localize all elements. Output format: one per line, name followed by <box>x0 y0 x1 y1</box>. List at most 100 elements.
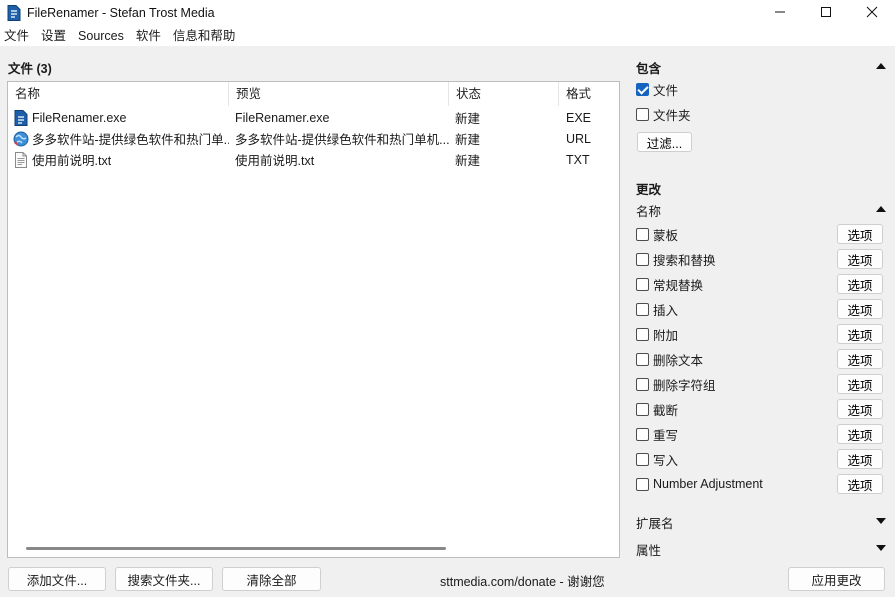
name-option-settings-button[interactable]: 选项 <box>837 349 883 369</box>
name-option-settings-button[interactable]: 选项 <box>837 449 883 469</box>
include-files-checkbox[interactable]: 文件 <box>636 80 678 98</box>
name-option-label: 重写 <box>653 428 679 443</box>
checkbox-icon[interactable] <box>636 277 649 291</box>
name-option-settings-button[interactable]: 选项 <box>837 224 883 244</box>
name-option-settings-button[interactable]: 选项 <box>837 274 883 294</box>
column-format[interactable]: 格式 <box>559 82 619 106</box>
include-folders-checkbox[interactable]: 文件夹 <box>636 105 691 123</box>
checkbox-checked-icon[interactable] <box>636 82 649 96</box>
menu-settings[interactable]: 设置 <box>35 26 72 46</box>
include-section-title: 包含 <box>636 62 662 76</box>
files-count-label: 文件 (3) <box>8 62 52 76</box>
checkbox-icon[interactable] <box>636 402 649 416</box>
file-name: 使用前说明.txt <box>32 154 112 168</box>
name-option-checkbox[interactable]: 常规替换 <box>636 275 703 293</box>
title-bar: FileRenamer - Stefan Trost Media <box>0 0 895 26</box>
name-option-settings-button[interactable]: 选项 <box>837 424 883 444</box>
name-option-settings-button[interactable]: 选项 <box>837 299 883 319</box>
name-option-checkbox[interactable]: 写入 <box>636 450 678 468</box>
name-option-label: 附加 <box>653 328 679 343</box>
column-name[interactable]: 名称 <box>8 82 229 106</box>
file-preview: 使用前说明.txt <box>235 154 315 168</box>
name-option-checkbox[interactable]: Number Adjustment <box>636 475 763 493</box>
window-controls <box>757 0 895 26</box>
file-format: URL <box>566 131 592 146</box>
checkbox-icon[interactable] <box>636 452 649 466</box>
file-format: TXT <box>566 152 590 167</box>
url-file-icon <box>13 131 29 146</box>
menu-file[interactable]: 文件 <box>0 26 35 46</box>
minimize-icon <box>775 11 785 13</box>
exe-file-icon <box>14 109 28 126</box>
checkbox-icon[interactable] <box>636 107 649 121</box>
expand-extension-icon[interactable] <box>876 518 886 524</box>
name-option-label: 截断 <box>653 403 679 418</box>
attributes-section-title[interactable]: 属性 <box>636 540 661 559</box>
name-option-checkbox[interactable]: 插入 <box>636 300 678 318</box>
minimize-button[interactable] <box>757 0 803 24</box>
include-files-label: 文件 <box>653 83 679 98</box>
column-preview[interactable]: 预览 <box>229 82 449 106</box>
table-row[interactable]: 多多软件站-提供绿色软件和热门单... 多多软件站-提供绿色软件和热门单机...… <box>8 128 619 149</box>
close-button[interactable] <box>849 0 895 24</box>
checkbox-icon[interactable] <box>636 327 649 341</box>
name-option-settings-button[interactable]: 选项 <box>837 399 883 419</box>
txt-file-icon <box>15 151 27 168</box>
menu-software[interactable]: 软件 <box>130 26 167 46</box>
name-option-label: 蒙板 <box>653 228 679 243</box>
apply-changes-button[interactable]: 应用更改 <box>788 567 885 591</box>
file-list-header: 名称 预览 状态 格式 <box>8 82 619 106</box>
file-name: FileRenamer.exe <box>32 110 127 125</box>
horizontal-scrollbar[interactable] <box>26 547 446 550</box>
extension-section-title[interactable]: 扩展名 <box>636 513 674 532</box>
name-option-checkbox[interactable]: 蒙板 <box>636 225 678 243</box>
name-option-checkbox[interactable]: 删除字符组 <box>636 375 716 393</box>
search-folder-button[interactable]: 搜索文件夹... <box>115 567 213 591</box>
maximize-button[interactable] <box>803 0 849 24</box>
column-status[interactable]: 状态 <box>449 82 559 106</box>
name-option-label: 删除文本 <box>653 353 704 368</box>
window-title: FileRenamer - Stefan Trost Media <box>27 6 215 20</box>
checkbox-icon[interactable] <box>636 427 649 441</box>
menu-sources[interactable]: Sources <box>72 26 130 46</box>
name-option-label: 插入 <box>653 303 679 318</box>
name-option-label: 常规替换 <box>653 278 704 293</box>
name-option-checkbox[interactable]: 搜索和替换 <box>636 250 716 268</box>
name-option-checkbox[interactable]: 附加 <box>636 325 678 343</box>
name-section-title: 名称 <box>636 205 662 219</box>
include-folders-label: 文件夹 <box>653 108 691 123</box>
menu-bar: 文件 设置 Sources 软件 信息和帮助 <box>0 26 895 46</box>
name-option-settings-button[interactable]: 选项 <box>837 324 883 344</box>
name-option-checkbox[interactable]: 删除文本 <box>636 350 703 368</box>
name-option-settings-button[interactable]: 选项 <box>837 249 883 269</box>
name-option-settings-button[interactable]: 选项 <box>837 474 883 494</box>
collapse-name-icon[interactable] <box>876 206 886 212</box>
checkbox-icon[interactable] <box>636 377 649 391</box>
checkbox-icon[interactable] <box>636 252 649 266</box>
close-icon <box>866 6 878 18</box>
name-option-settings-button[interactable]: 选项 <box>837 374 883 394</box>
checkbox-icon[interactable] <box>636 227 649 241</box>
donate-link[interactable]: sttmedia.com/donate - 谢谢您 <box>440 571 605 590</box>
name-option-label: 删除字符组 <box>653 378 716 393</box>
maximize-icon <box>821 7 831 17</box>
expand-attributes-icon[interactable] <box>876 545 886 551</box>
name-option-checkbox[interactable]: 重写 <box>636 425 678 443</box>
file-format: EXE <box>566 110 592 125</box>
table-row[interactable]: FileRenamer.exe FileRenamer.exe 新建 EXE <box>8 107 619 128</box>
checkbox-icon[interactable] <box>636 352 649 366</box>
collapse-include-icon[interactable] <box>876 63 886 69</box>
file-preview: 多多软件站-提供绿色软件和热门单机... <box>235 133 449 147</box>
name-option-label: 搜索和替换 <box>653 253 716 268</box>
file-status: 新建 <box>455 133 481 147</box>
checkbox-icon[interactable] <box>636 477 649 491</box>
table-row[interactable]: 使用前说明.txt 使用前说明.txt 新建 TXT <box>8 149 619 170</box>
checkbox-icon[interactable] <box>636 302 649 316</box>
add-files-button[interactable]: 添加文件... <box>8 567 106 591</box>
filter-button[interactable]: 过滤... <box>637 132 692 152</box>
menu-help[interactable]: 信息和帮助 <box>167 26 242 46</box>
file-status: 新建 <box>455 154 481 168</box>
file-list[interactable]: 名称 预览 状态 格式 FileRenamer.exe FileRenamer.… <box>7 81 620 558</box>
clear-all-button[interactable]: 清除全部 <box>222 567 321 591</box>
name-option-checkbox[interactable]: 截断 <box>636 400 678 418</box>
